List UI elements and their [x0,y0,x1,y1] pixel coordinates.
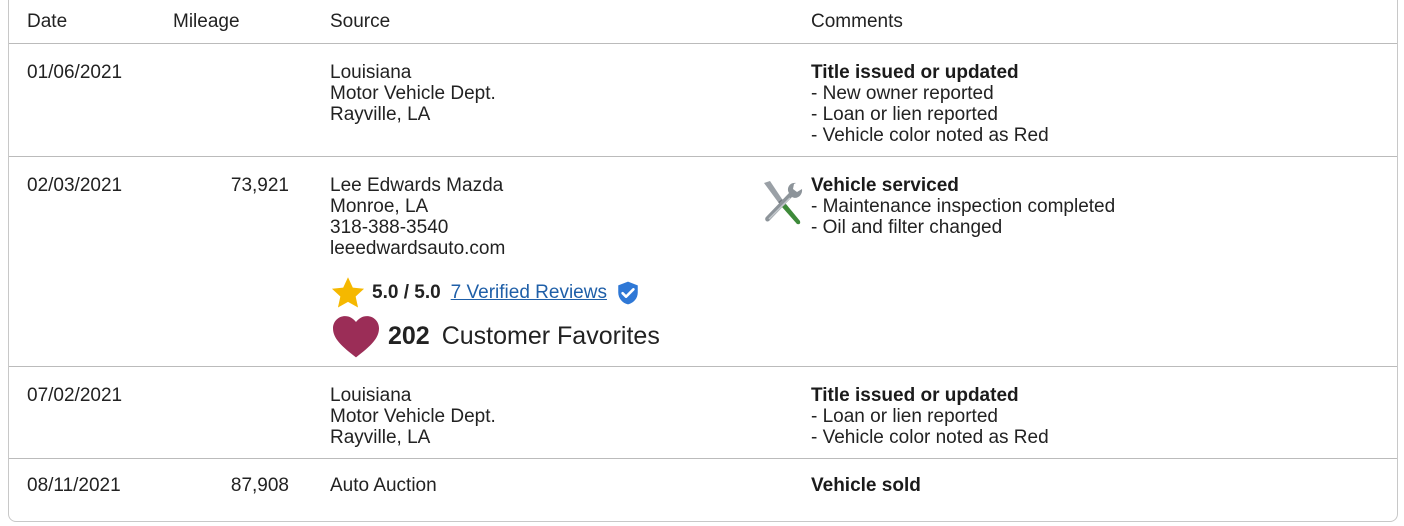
row-source: Auto Auction [330,475,437,496]
comment-item: - Vehicle color noted as Red [811,125,1049,146]
comment-item: - Oil and filter changed [811,217,1003,238]
column-header-date: Date [27,11,68,32]
row-source: Louisiana Motor Vehicle Dept. Rayville, … [330,62,496,125]
row-date: 08/11/2021 [27,475,121,496]
row-comments: Vehicle sold [811,475,921,496]
comment-item: - New owner reported [811,83,994,104]
service-tools-icon [764,181,803,225]
row-date: 01/06/2021 [27,62,123,83]
source-line: Monroe, LA [330,196,429,217]
source-line: Louisiana [330,62,412,83]
row-date: 02/03/2021 [27,175,123,196]
row-comments: Title issued or updated - Loan or lien r… [811,385,1049,448]
customer-favorites: 202 Customer Favorites [330,313,660,359]
comment-item: - Loan or lien reported [811,104,998,125]
dealer-rating: 5.0 / 5.0 7 Verified Reviews [330,275,641,311]
comment-item: - Vehicle color noted as Red [811,427,1049,448]
heart-icon [333,316,379,358]
table-row: 01/06/2021 Louisiana Motor Vehicle Dept.… [9,44,1397,157]
source-line: Motor Vehicle Dept. [330,83,496,104]
verified-shield-icon [618,281,638,305]
row-comments: Vehicle serviced - Maintenance inspectio… [811,175,1115,238]
comment-item: - Loan or lien reported [811,406,998,427]
row-comments: Title issued or updated - New owner repo… [811,62,1049,146]
comment-title: Vehicle serviced [811,175,959,196]
source-line: Lee Edwards Mazda [330,175,504,196]
table-row: 07/02/2021 Louisiana Motor Vehicle Dept.… [9,367,1397,459]
favorites-label: Customer Favorites [441,321,660,350]
source-line: Auto Auction [330,475,437,496]
row-mileage: 87,908 [230,475,289,496]
verified-reviews-link[interactable]: 7 Verified Reviews [451,282,607,304]
row-source: Louisiana Motor Vehicle Dept. Rayville, … [330,385,496,448]
row-mileage: 73,921 [230,175,289,196]
column-header-source: Source [330,11,391,32]
comment-item: - Maintenance inspection completed [811,196,1116,217]
rating-score: 5.0 / 5.0 [372,282,441,303]
column-header-mileage: Mileage [173,11,240,32]
source-line: 318-388-3540 [330,217,449,238]
favorites-count: 202 [388,321,430,350]
comment-title: Title issued or updated [811,385,1019,406]
source-line: Rayville, LA [330,104,431,125]
source-line: Rayville, LA [330,427,431,448]
table-row: 08/11/2021 87,908 Auto Auction Vehicle s… [9,459,1397,519]
source-line: leeedwardsauto.com [330,238,506,259]
column-header-comments: Comments [811,11,903,32]
source-line: Motor Vehicle Dept. [330,406,496,427]
table-row: 02/03/2021 73,921 Lee Edwards Mazda Monr… [9,157,1397,367]
source-line: Louisiana [330,385,412,406]
table-header: Date Mileage Source Comments [9,0,1397,44]
row-source: Lee Edwards Mazda Monroe, LA 318-388-354… [330,175,505,259]
comment-title: Vehicle sold [811,475,921,496]
comment-title: Title issued or updated [811,62,1019,83]
star-icon [331,277,365,308]
row-date: 07/02/2021 [27,385,123,406]
